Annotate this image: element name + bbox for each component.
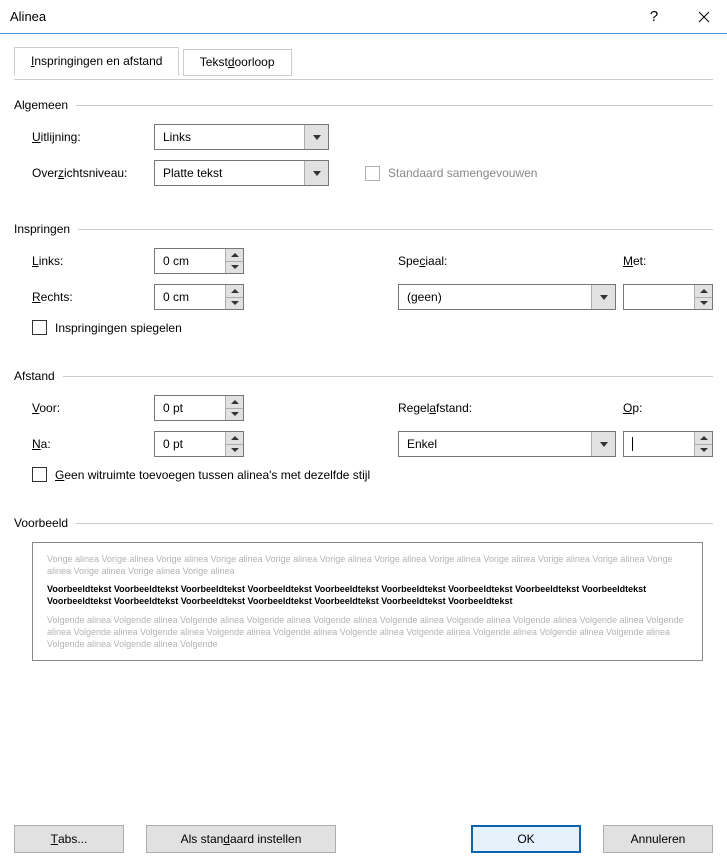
spinner-op[interactable] <box>623 431 713 457</box>
spinner-rechts[interactable]: 0 cm <box>154 284 244 310</box>
titlebar: Alinea ? <box>0 0 727 34</box>
spinner-up-icon[interactable] <box>695 432 712 445</box>
select-overzichtsniveau-value: Platte tekst <box>155 166 304 180</box>
window-title: Alinea <box>10 9 46 24</box>
select-regelafstand-value: Enkel <box>399 437 591 451</box>
label-overzichtsniveau: Overzichtsniveau: <box>14 166 154 180</box>
section-voorbeeld: Voorbeeld Vorige alinea Vorige alinea Vo… <box>14 516 713 661</box>
spinner-voor-value: 0 pt <box>155 401 225 415</box>
label-links: Links: <box>14 254 154 268</box>
section-afstand: Afstand Voor: 0 pt Regelafstand: Op: Na:… <box>14 369 713 482</box>
checkbox-label-geen-witruimte: Geen witruimte toevoegen tussen alinea's… <box>55 468 370 482</box>
als-standaard-button[interactable]: Als standaard instellen <box>146 825 336 853</box>
chevron-down-icon <box>304 125 328 149</box>
section-title-algemeen: Algemeen <box>14 98 68 112</box>
close-button[interactable] <box>681 0 727 34</box>
checkbox-box <box>32 467 47 482</box>
help-button[interactable]: ? <box>631 0 677 34</box>
spinner-na[interactable]: 0 pt <box>154 431 244 457</box>
preview-box: Vorige alinea Vorige alinea Vorige aline… <box>32 542 703 661</box>
close-icon <box>698 11 710 23</box>
section-algemeen: Algemeen Uitlijning: Links Overzichtsniv… <box>14 98 713 186</box>
chevron-down-icon <box>591 285 615 309</box>
checkbox-box <box>32 320 47 335</box>
spinner-down-icon[interactable] <box>226 262 243 274</box>
label-regelafstand: Regelafstand: <box>398 401 623 415</box>
tab-inspringingen[interactable]: Inspringingen en afstand <box>14 47 179 76</box>
spinner-up-icon[interactable] <box>226 396 243 409</box>
label-met: Met: <box>623 254 713 268</box>
section-title-afstand: Afstand <box>14 369 55 383</box>
label-speciaal: Speciaal: <box>398 254 623 268</box>
select-uitlijning-value: Links <box>155 130 304 144</box>
chevron-down-icon <box>304 161 328 185</box>
section-inspringen: Inspringen Links: 0 cm Speciaal: Met: Re… <box>14 222 713 335</box>
spinner-op-value <box>624 437 694 452</box>
select-overzichtsniveau[interactable]: Platte tekst <box>154 160 329 186</box>
select-speciaal-value: (geen) <box>399 290 591 304</box>
label-na: Na: <box>14 437 154 451</box>
label-op: Op: <box>623 401 713 415</box>
spinner-up-icon[interactable] <box>695 285 712 298</box>
label-voor: Voor: <box>14 401 154 415</box>
annuleren-button[interactable]: Annuleren <box>603 825 713 853</box>
spinner-down-icon[interactable] <box>695 298 712 310</box>
spinner-down-icon[interactable] <box>695 445 712 457</box>
select-regelafstand[interactable]: Enkel <box>398 431 616 457</box>
preview-next: Volgende alinea Volgende alinea Volgende… <box>47 614 688 650</box>
spinner-na-value: 0 pt <box>155 437 225 451</box>
checkbox-box <box>365 166 380 181</box>
preview-prev: Vorige alinea Vorige alinea Vorige aline… <box>47 553 688 577</box>
section-title-voorbeeld: Voorbeeld <box>14 516 68 530</box>
select-speciaal[interactable]: (geen) <box>398 284 616 310</box>
tab-tekstdoorloop[interactable]: Tekstdoorloop <box>183 49 292 76</box>
button-bar: Tabs... Als standaard instellen OK Annul… <box>0 809 727 867</box>
chevron-down-icon <box>591 432 615 456</box>
spinner-up-icon[interactable] <box>226 249 243 262</box>
spinner-met[interactable] <box>623 284 713 310</box>
label-rechts: Rechts: <box>14 290 154 304</box>
label-uitlijning: Uitlijning: <box>14 130 154 144</box>
checkbox-spiegelen[interactable]: Inspringingen spiegelen <box>14 320 713 335</box>
spinner-voor[interactable]: 0 pt <box>154 395 244 421</box>
spinner-down-icon[interactable] <box>226 298 243 310</box>
spinner-down-icon[interactable] <box>226 409 243 421</box>
checkbox-standaard-samengevouwen: Standaard samengevouwen <box>347 166 537 181</box>
section-title-inspringen: Inspringen <box>14 222 70 236</box>
checkbox-label-standaard: Standaard samengevouwen <box>388 166 537 180</box>
spinner-rechts-value: 0 cm <box>155 290 225 304</box>
spinner-links-value: 0 cm <box>155 254 225 268</box>
select-uitlijning[interactable]: Links <box>154 124 329 150</box>
ok-button[interactable]: OK <box>471 825 581 853</box>
tab-strip: Inspringingen en afstand Tekstdoorloop <box>14 46 713 76</box>
spinner-links[interactable]: 0 cm <box>154 248 244 274</box>
tabs-button[interactable]: Tabs... <box>14 825 124 853</box>
spinner-up-icon[interactable] <box>226 432 243 445</box>
spinner-down-icon[interactable] <box>226 445 243 457</box>
checkbox-label-spiegelen: Inspringingen spiegelen <box>55 321 182 335</box>
preview-sample: Voorbeeldtekst Voorbeeldtekst Voorbeeldt… <box>47 583 688 607</box>
checkbox-geen-witruimte[interactable]: Geen witruimte toevoegen tussen alinea's… <box>14 467 713 482</box>
spinner-up-icon[interactable] <box>226 285 243 298</box>
